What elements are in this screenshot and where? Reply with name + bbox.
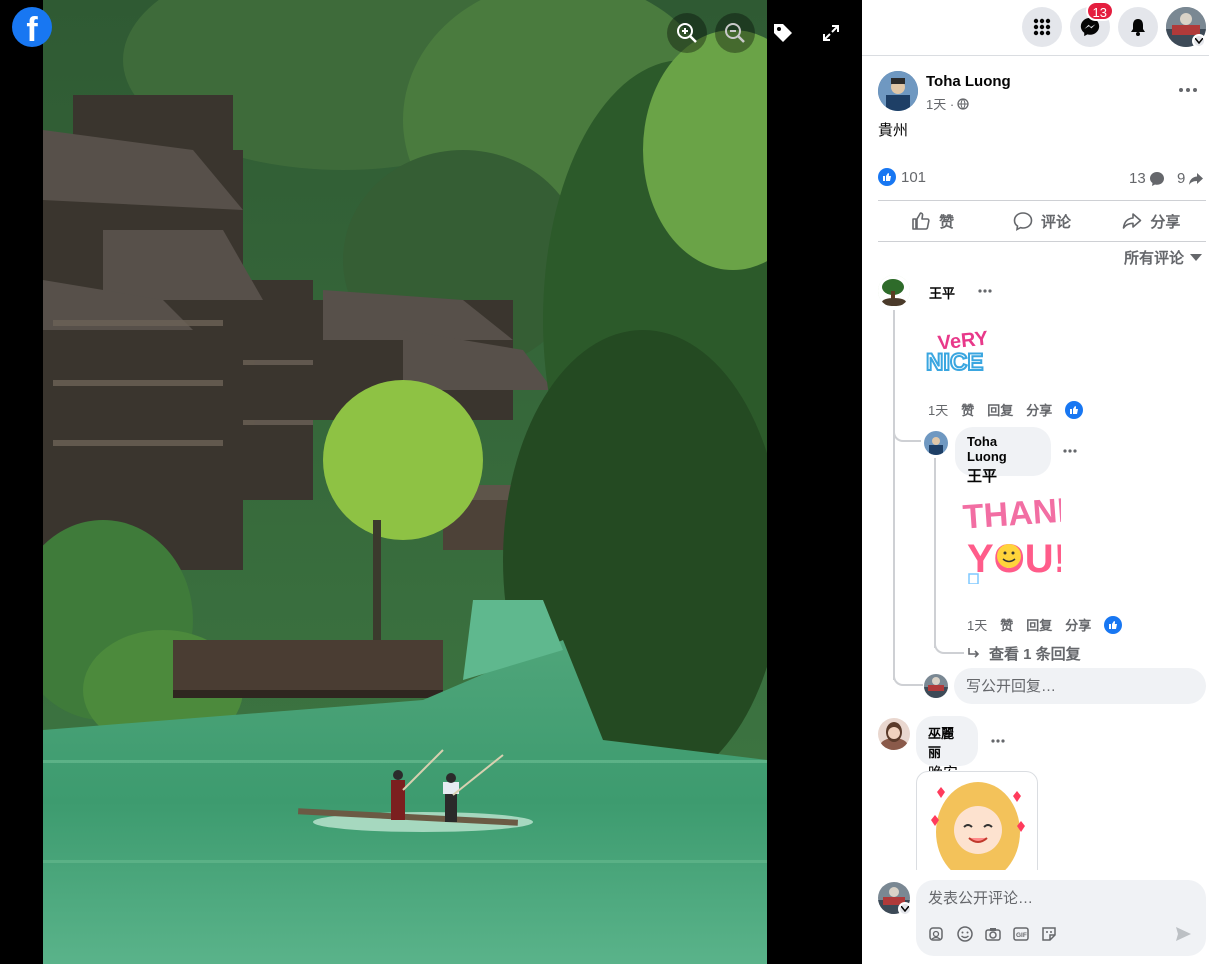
- comment-icon: [1013, 212, 1033, 231]
- reply-bubble: Toha Luong 王平: [955, 427, 1051, 485]
- my-avatar-small: [924, 674, 948, 698]
- commenter-avatar[interactable]: [878, 718, 910, 750]
- author-avatar[interactable]: [878, 71, 918, 111]
- post-photo[interactable]: [43, 0, 767, 964]
- thank-you-sticker[interactable]: THANK YOU!: [961, 486, 1083, 585]
- post-action-bar: 赞 评论 分享: [878, 200, 1206, 242]
- thumbs-up-icon: [912, 212, 930, 230]
- comment-count-text: 13: [1129, 170, 1146, 187]
- share-button-label: 分享: [1150, 213, 1181, 231]
- comment-share-button[interactable]: 分享: [1026, 400, 1052, 419]
- thread-line: [934, 458, 936, 648]
- like-count[interactable]: 101: [878, 168, 926, 186]
- comment-sort-label: 所有评论: [1124, 250, 1185, 267]
- avatar-sticker-icon[interactable]: [926, 923, 948, 945]
- reply-reply-button[interactable]: 回复: [1026, 615, 1052, 634]
- comment-bubble: 巫麗丽 晚安: [916, 716, 978, 782]
- reply-author-avatar[interactable]: [924, 431, 948, 455]
- like-button-label: 赞: [939, 213, 955, 231]
- comment-count[interactable]: 13: [1129, 170, 1165, 187]
- gif-icon[interactable]: GIF: [1010, 923, 1032, 945]
- very-nice-sticker[interactable]: VeRY NICE: [924, 326, 990, 378]
- sticker-icon[interactable]: [1038, 923, 1060, 945]
- messenger-unread-badge: 13: [1085, 1, 1114, 21]
- reply-input[interactable]: [966, 674, 1196, 698]
- thread-connector: [893, 670, 923, 686]
- comment-more-options-icon[interactable]: [971, 281, 999, 301]
- avatar-chevron-down-icon[interactable]: [898, 902, 912, 916]
- svg-text:GIF: GIF: [1016, 932, 1027, 939]
- share-icon: [1123, 213, 1142, 229]
- zoom-in-icon[interactable]: [667, 13, 707, 53]
- reply-arrow-icon: [968, 647, 980, 658]
- reply-mention[interactable]: 王平: [967, 465, 1039, 486]
- cartoon-girl-sticker[interactable]: [916, 771, 1038, 881]
- top-navigation: 13: [862, 0, 1209, 56]
- sticker-line-1: THANK: [962, 490, 1061, 536]
- comment-reply-button[interactable]: 回复: [987, 400, 1013, 419]
- like-reaction-icon: [878, 168, 896, 186]
- messenger-button[interactable]: 13: [1070, 1, 1114, 47]
- svg-text:NICE: NICE: [926, 349, 983, 376]
- comment-sort-dropdown[interactable]: 所有评论: [1124, 247, 1203, 268]
- reactions-summary: 101 13 9: [878, 168, 1206, 192]
- reply-composer: [954, 668, 1206, 704]
- post-meta: 1天 ·: [926, 94, 969, 113]
- commenter-name[interactable]: 巫麗丽: [928, 723, 966, 761]
- comment-button-label: 评论: [1040, 213, 1071, 231]
- reply-share-button[interactable]: 分享: [1065, 615, 1091, 634]
- view-more-replies[interactable]: 查看 1 条回复: [967, 643, 1081, 664]
- like-reaction-icon[interactable]: [1065, 400, 1084, 419]
- reply-like-button[interactable]: 赞: [1000, 615, 1013, 634]
- fullscreen-icon[interactable]: [811, 13, 851, 53]
- comment-more-options-icon[interactable]: [984, 731, 1012, 751]
- reply-author-name[interactable]: Toha Luong: [967, 434, 1039, 464]
- globe-icon: [957, 97, 969, 110]
- reply-actions: 1天 赞 回复 分享: [967, 615, 1135, 634]
- facebook-logo-icon[interactable]: f: [12, 7, 52, 47]
- comment-actions: 1天 赞 回复 分享: [928, 400, 1096, 419]
- share-count[interactable]: 9: [1177, 170, 1204, 187]
- photo-viewer: f: [0, 0, 862, 964]
- commenter-avatar[interactable]: [878, 275, 910, 307]
- like-count-text: 101: [901, 168, 927, 186]
- comment-input[interactable]: [928, 886, 1188, 910]
- comment-time[interactable]: 1天: [928, 400, 948, 419]
- thread-connector: [893, 420, 921, 442]
- post-time[interactable]: 1天 ·: [926, 94, 954, 113]
- like-reaction-icon[interactable]: [1104, 615, 1123, 634]
- post-detail-panel: 13 Toha Luong 1天 · 貴州 101 13 9 赞 评论 分享 所…: [862, 0, 1209, 964]
- camera-icon[interactable]: [982, 923, 1004, 945]
- share-count-text: 9: [1177, 170, 1186, 187]
- comment-bubble-icon: [1149, 171, 1164, 186]
- caret-down-icon: [1190, 253, 1203, 261]
- commenter-name[interactable]: 王平: [929, 283, 955, 302]
- thread-connector: [934, 636, 964, 654]
- emoji-icon[interactable]: [954, 923, 976, 945]
- post-more-options-icon[interactable]: [1172, 76, 1204, 104]
- notifications-bell-icon[interactable]: [1118, 7, 1158, 47]
- view-more-replies-label: 查看 1 条回复: [989, 646, 1081, 663]
- comment-button[interactable]: 评论: [987, 201, 1096, 241]
- thread-line: [893, 310, 895, 680]
- post-text: 貴州: [878, 122, 909, 139]
- menu-grid-icon[interactable]: [1022, 7, 1062, 47]
- comment-composer: GIF: [862, 870, 1209, 964]
- share-arrow-icon: [1189, 172, 1204, 185]
- comment-like-button[interactable]: 赞: [961, 400, 974, 419]
- reply-more-options-icon[interactable]: [1056, 441, 1084, 461]
- tag-icon[interactable]: [763, 13, 803, 53]
- like-button[interactable]: 赞: [878, 201, 987, 241]
- account-chevron-down-icon[interactable]: [1192, 34, 1206, 48]
- reply-time[interactable]: 1天: [967, 615, 987, 634]
- photo-scene: [43, 0, 767, 964]
- author-name[interactable]: Toha Luong: [926, 73, 1011, 90]
- share-button[interactable]: 分享: [1097, 201, 1206, 241]
- send-icon[interactable]: [1172, 923, 1194, 945]
- comment-input-box: GIF: [916, 880, 1206, 956]
- zoom-out-icon[interactable]: [715, 13, 755, 53]
